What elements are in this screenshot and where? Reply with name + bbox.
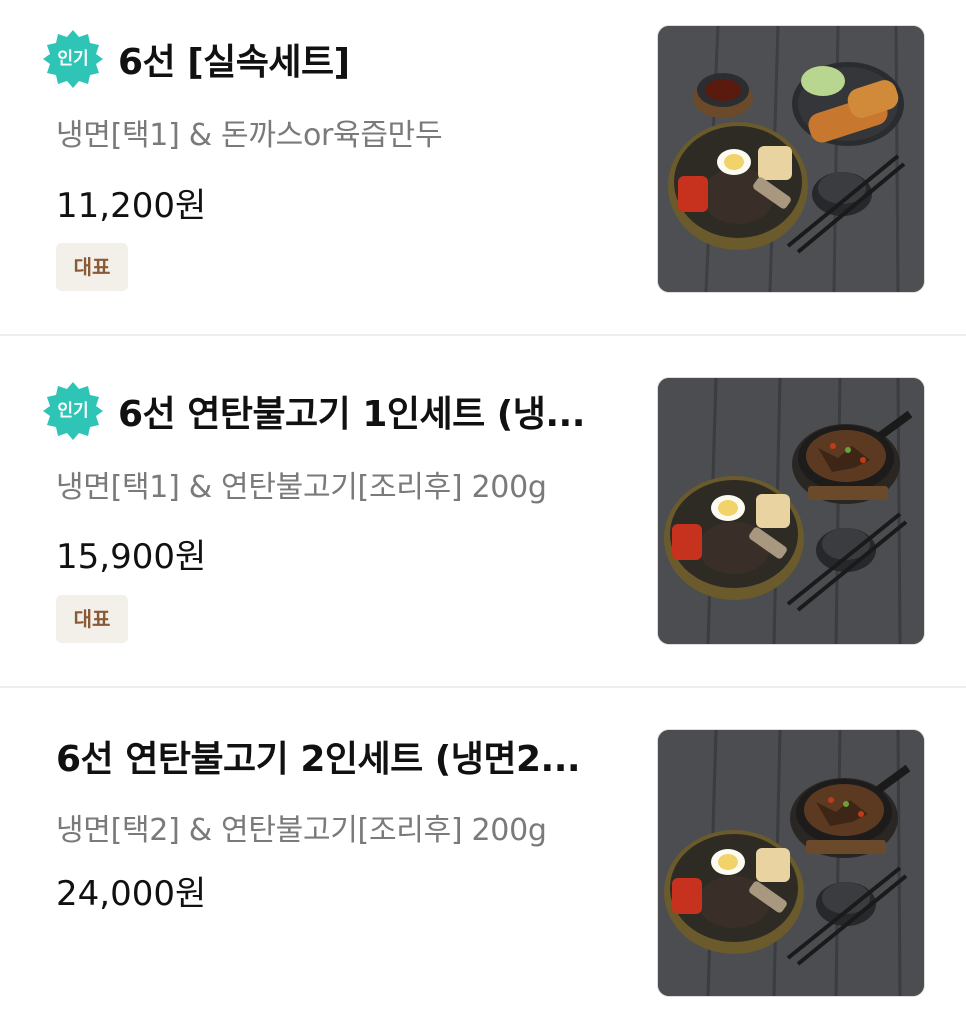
menu-price: 15,900원: [56, 537, 207, 577]
menu-list: 인기 6선 [실속세트] 냉면[택1] & 돈까스or육즙만두 11,200원 …: [0, 0, 966, 1009]
naengmyeon-bulgogi-photo: [658, 730, 924, 996]
popular-badge: 인기: [42, 28, 104, 90]
popular-badge-label: 인기: [57, 49, 89, 69]
popular-badge-label: 인기: [57, 401, 89, 421]
menu-item[interactable]: 인기 6선 [실속세트] 냉면[택1] & 돈까스or육즙만두 11,200원 …: [0, 0, 966, 336]
naengmyeon-bulgogi-photo: [658, 378, 924, 644]
menu-item[interactable]: 6선 연탄불고기 2인세트 (냉면2... 냉면[택2] & 연탄불고기[조리후…: [0, 688, 966, 1009]
menu-name: 6선 연탄불고기 1인세트 (냉...: [118, 394, 585, 435]
menu-description: 냉면[택1] & 돈까스or육즙만두: [56, 118, 443, 153]
popular-badge: 인기: [42, 380, 104, 442]
menu-title-row: 6선 연탄불고기 2인세트 (냉면2...: [56, 723, 656, 789]
menu-description: 냉면[택2] & 연탄불고기[조리후] 200g: [56, 813, 547, 848]
menu-thumbnail[interactable]: [657, 729, 925, 997]
menu-description: 냉면[택1] & 연탄불고기[조리후] 200g: [56, 470, 547, 505]
naengmyeon-tonkatsu-photo: [658, 26, 924, 292]
menu-thumbnail[interactable]: [657, 25, 925, 293]
menu-title-row: 인기 6선 연탄불고기 1인세트 (냉...: [42, 378, 642, 444]
representative-tag: 대표: [56, 595, 128, 643]
representative-tag: 대표: [56, 243, 128, 291]
menu-name: 6선 [실속세트]: [118, 42, 350, 83]
menu-item[interactable]: 인기 6선 연탄불고기 1인세트 (냉... 냉면[택1] & 연탄불고기[조리…: [0, 336, 966, 688]
menu-name: 6선 연탄불고기 2인세트 (냉면2...: [56, 739, 581, 780]
menu-title-row: 인기 6선 [실속세트]: [42, 26, 642, 92]
menu-price: 11,200원: [56, 186, 207, 226]
menu-price: 24,000원: [56, 874, 207, 914]
menu-thumbnail[interactable]: [657, 377, 925, 645]
